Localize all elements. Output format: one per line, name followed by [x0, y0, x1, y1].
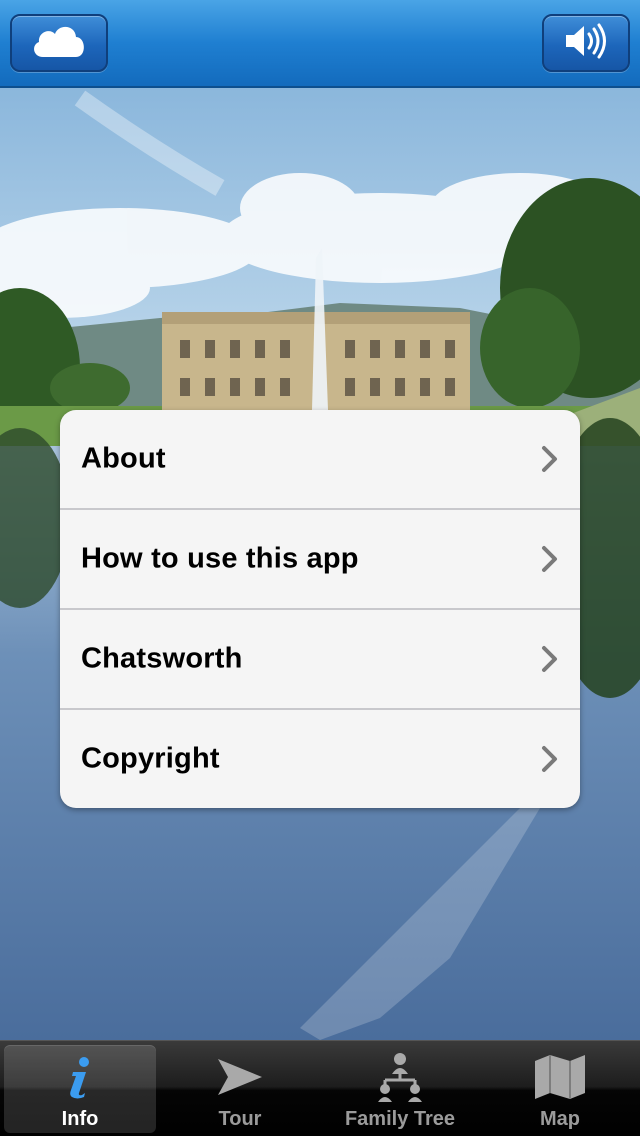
menu-item-chatsworth[interactable]: Chatsworth — [60, 610, 580, 710]
chevron-right-icon — [542, 546, 557, 572]
menu-item-how-to-use[interactable]: How to use this app — [60, 510, 580, 610]
sound-button[interactable] — [542, 14, 630, 72]
chevron-right-icon — [542, 746, 557, 772]
tab-label: Map — [540, 1108, 580, 1130]
tab-tour[interactable]: Tour — [164, 1045, 316, 1133]
cloud-button[interactable] — [10, 14, 108, 72]
map-icon — [533, 1051, 587, 1103]
tab-bar: Info Tour Family Tree Map — [0, 1040, 640, 1136]
menu-item-label: Copyright — [81, 742, 220, 775]
tab-label: Info — [61, 1108, 99, 1130]
info-menu: About How to use this app Chatsworth Cop… — [60, 410, 580, 808]
chevron-right-icon — [542, 446, 557, 472]
chevron-right-icon — [542, 646, 557, 672]
tab-label: Family Tree — [344, 1108, 456, 1130]
menu-item-label: How to use this app — [81, 542, 359, 575]
top-navigation-bar — [0, 0, 640, 88]
info-icon — [65, 1051, 95, 1103]
menu-item-label: About — [81, 442, 166, 475]
menu-item-copyright[interactable]: Copyright — [60, 710, 580, 808]
cloud-icon — [29, 21, 89, 66]
speaker-icon — [564, 23, 608, 64]
family-tree-icon — [373, 1051, 427, 1103]
tour-arrow-icon — [216, 1051, 264, 1103]
tab-info[interactable]: Info — [4, 1045, 156, 1133]
tab-family-tree[interactable]: Family Tree — [324, 1045, 476, 1133]
tab-map[interactable]: Map — [484, 1045, 636, 1133]
menu-item-about[interactable]: About — [60, 410, 580, 510]
menu-item-label: Chatsworth — [81, 642, 243, 675]
tab-label: Tour — [218, 1108, 262, 1130]
